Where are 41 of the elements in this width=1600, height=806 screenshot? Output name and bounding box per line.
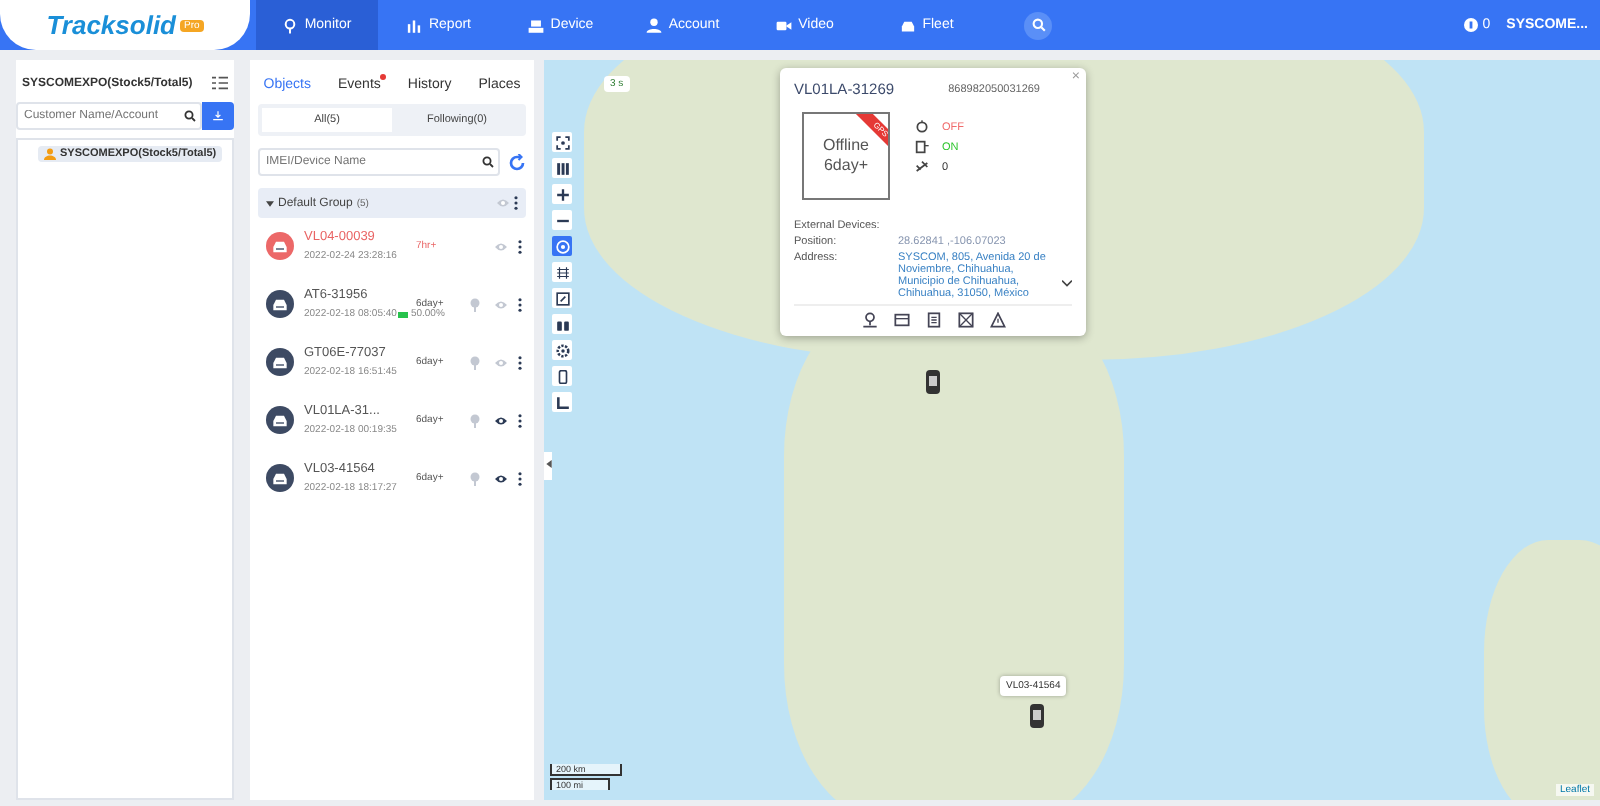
columns-icon — [555, 161, 569, 175]
fullscreen-icon — [555, 135, 569, 149]
edit-icon — [555, 291, 569, 305]
chevron-down-icon[interactable] — [1062, 280, 1072, 288]
person-icon — [44, 148, 56, 160]
battery-icon — [398, 311, 409, 317]
layers-button[interactable] — [552, 236, 572, 256]
columns-button[interactable] — [552, 158, 572, 178]
list-icon[interactable] — [212, 76, 228, 90]
status-duration: 6day+ — [823, 156, 869, 176]
vehicle-marker-icon[interactable] — [1030, 704, 1044, 728]
refresh-icon[interactable] — [508, 153, 526, 171]
coin-icon — [1464, 18, 1479, 32]
plus-button[interactable] — [552, 184, 572, 204]
card-icon[interactable] — [893, 312, 909, 328]
chart-icon — [406, 17, 423, 33]
vehicle-marker-icon[interactable] — [926, 370, 940, 394]
logo-text: Tracksolid — [46, 10, 176, 40]
eye-icon[interactable] — [494, 415, 508, 425]
search-icon — [1031, 18, 1045, 32]
document-icon[interactable] — [925, 312, 941, 328]
person-icon — [646, 17, 663, 33]
warning-icon[interactable] — [989, 312, 1005, 328]
plus-icon — [555, 187, 569, 201]
edit-button[interactable] — [552, 288, 572, 308]
video-icon — [776, 17, 793, 33]
download-icon — [212, 110, 224, 122]
search-icon[interactable] — [482, 156, 494, 168]
status-text: Offline — [823, 136, 869, 156]
layers-icon — [555, 239, 569, 253]
grid-icon — [555, 265, 569, 279]
pin-icon — [282, 17, 299, 33]
caret-icon — [545, 460, 551, 468]
search-icon[interactable] — [184, 110, 196, 122]
collapse-button[interactable] — [544, 452, 552, 480]
eye-icon[interactable] — [494, 473, 508, 483]
grid-button[interactable] — [552, 262, 572, 282]
caret-icon[interactable] — [266, 199, 274, 207]
fullscreen-button[interactable] — [552, 132, 572, 152]
minus-button[interactable] — [552, 210, 572, 230]
search-button[interactable] — [1024, 11, 1052, 39]
